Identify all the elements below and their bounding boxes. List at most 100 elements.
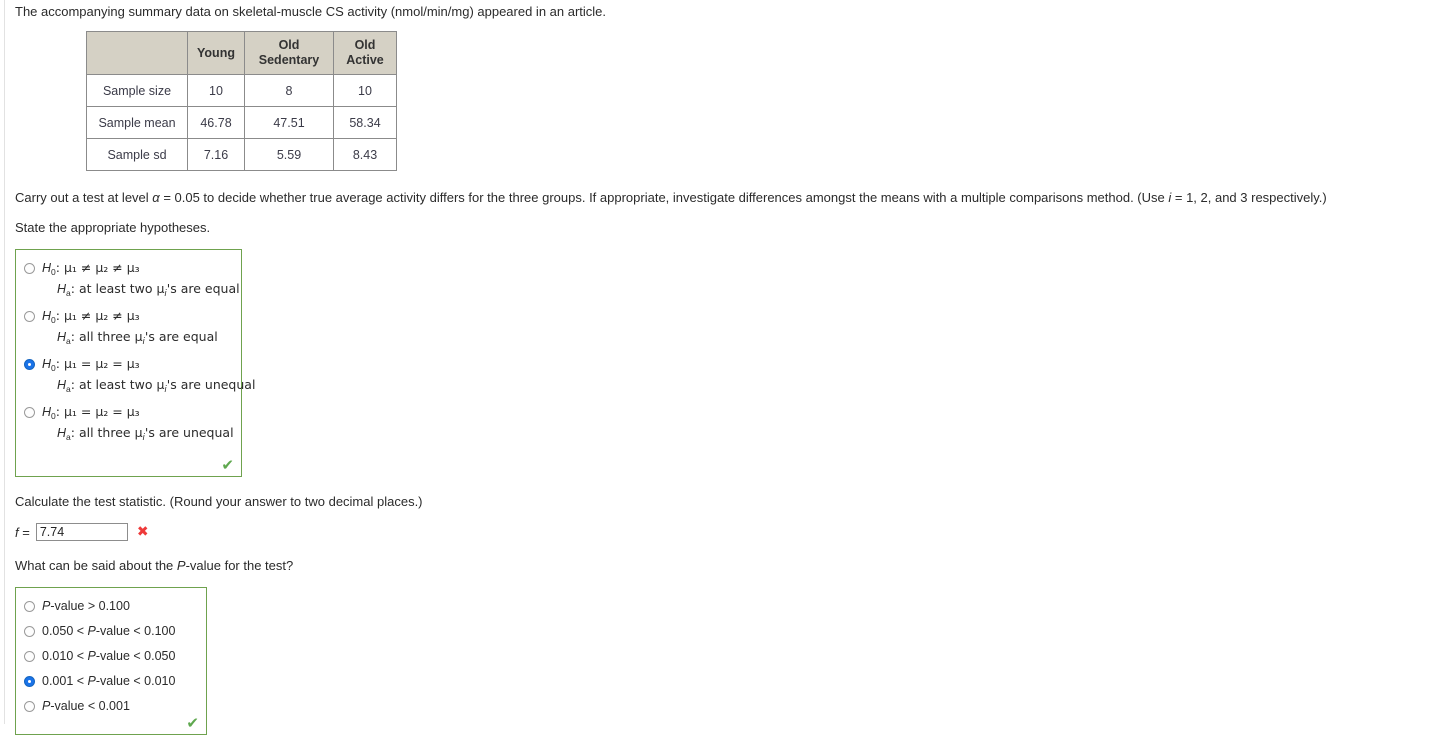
hypothesis-option-3-alt: Ha: at least two μi's are unequal (42, 377, 255, 395)
question-content: The accompanying summary data on skeleta… (15, 0, 1435, 735)
cell-sample-sd-old-active: 8.43 (333, 138, 397, 171)
column-header-old-active: Old Active (333, 31, 397, 75)
h-null-symbol: H (42, 405, 52, 419)
hypothesis-option-3[interactable]: H0: μ₁ = μ₂ = μ₃ Ha: at least two μi's a… (24, 356, 255, 395)
radio-hypothesis-1[interactable] (24, 263, 35, 274)
hypothesis-option-3-null-body: : μ₁ = μ₂ = μ₃ (55, 356, 140, 371)
carry-out-test-instruction: Carry out a test at level α = 0.05 to de… (15, 189, 1435, 206)
x-icon: ✖ (136, 524, 149, 540)
hypothesis-option-4-alt-body: : all three μi's are unequal (70, 425, 234, 443)
column-header-old-sedentary-line1: Old (278, 38, 300, 52)
h-null-symbol: H (42, 357, 52, 371)
hypothesis-option-3-alt-body: : at least two μi's are unequal (70, 377, 256, 395)
table-header-row: Young Old Sedentary Old Active (86, 31, 397, 75)
summary-table-wrapper: Young Old Sedentary Old Active Sample si… (86, 31, 1435, 171)
pvalue-answer-box: P-value > 0.100 0.050 < P-value < 0.100 … (15, 587, 207, 735)
p-symbol: P (176, 558, 186, 573)
h-alt-subscript: a (66, 288, 71, 298)
test-statistic-question: Calculate the test statistic. (Round you… (15, 494, 423, 509)
radio-hypothesis-3[interactable] (24, 359, 35, 370)
pvalue-option-3-label: 0.010 < P-value < 0.050 (42, 649, 176, 663)
hypothesis-option-1-label: H0: μ₁ ≠ μ₂ ≠ μ₃ Ha: at least two μi's a… (42, 260, 240, 299)
h-null-subscript: 0 (51, 315, 56, 325)
hypothesis-option-1-alt-body: : at least two μi's are equal (70, 281, 240, 299)
test-statistic-input[interactable] (35, 523, 128, 541)
prompt-part3: = 1, 2, and 3 respectively.) (1171, 190, 1327, 205)
h-alt-subscript: a (66, 384, 71, 394)
hypothesis-option-3-label: H0: μ₁ = μ₂ = μ₃ Ha: at least two μi's a… (42, 356, 255, 395)
row-label-sample-size: Sample size (86, 74, 188, 107)
pvalue-option-5[interactable]: P-value < 0.001 (24, 698, 196, 714)
radio-pvalue-2[interactable] (24, 626, 35, 637)
summary-table-body: Sample size 10 8 10 Sample mean 46.78 47… (86, 74, 397, 171)
state-hypotheses-label: State the appropriate hypotheses. (15, 220, 211, 235)
row-label-sample-mean: Sample mean (86, 106, 188, 139)
column-header-old-sedentary: Old Sedentary (244, 31, 334, 75)
check-icon: ✔ (221, 456, 234, 474)
summary-table-head: Young Old Sedentary Old Active (86, 31, 397, 75)
h-alt-symbol: H (57, 282, 67, 296)
hypothesis-option-4[interactable]: H0: μ₁ = μ₂ = μ₃ Ha: all three μi's are … (24, 404, 234, 443)
cell-sample-mean-old-sedentary: 47.51 (244, 106, 334, 139)
hypothesis-option-1[interactable]: H0: μ₁ ≠ μ₂ ≠ μ₃ Ha: at least two μi's a… (24, 260, 240, 299)
table-corner-cell (86, 31, 188, 75)
pvalue-question-part2: -value for the test? (185, 558, 294, 573)
equals-sign: = (18, 524, 30, 540)
h-null-subscript: 0 (51, 267, 56, 277)
h-null-subscript: 0 (51, 411, 56, 421)
hypothesis-option-4-alt: Ha: all three μi's are unequal (42, 425, 234, 443)
pvalue-question: What can be said about the P-value for t… (15, 557, 1435, 574)
pvalue-question-part1: What can be said about the (15, 558, 177, 573)
cell-sample-mean-old-active: 58.34 (333, 106, 397, 139)
pvalue-option-3[interactable]: 0.010 < P-value < 0.050 (24, 648, 196, 664)
h-alt-symbol: H (57, 378, 67, 392)
hypothesis-option-1-null-body: : μ₁ ≠ μ₂ ≠ μ₃ (55, 260, 140, 275)
radio-hypothesis-2[interactable] (24, 311, 35, 322)
pvalue-option-4-label: 0.001 < P-value < 0.010 (42, 674, 176, 688)
column-header-young: Young (187, 31, 245, 75)
h-alt-symbol: H (57, 330, 67, 344)
pvalue-option-4[interactable]: 0.001 < P-value < 0.010 (24, 673, 196, 689)
h-alt-subscript: a (66, 432, 71, 442)
hypothesis-option-4-label: H0: μ₁ = μ₂ = μ₃ Ha: all three μi's are … (42, 404, 234, 443)
alpha-symbol: α (152, 190, 160, 205)
column-header-old-sedentary-line2: Sedentary (258, 53, 320, 67)
hypothesis-option-2-alt: Ha: all three μi's are equal (42, 329, 218, 347)
prompt-part1: Carry out a test at level (15, 190, 153, 205)
radio-hypothesis-4[interactable] (24, 407, 35, 418)
radio-pvalue-5[interactable] (24, 701, 35, 712)
hypothesis-option-2[interactable]: H0: μ₁ ≠ μ₂ ≠ μ₃ Ha: all three μi's are … (24, 308, 231, 347)
cell-sample-mean-young: 46.78 (187, 106, 245, 139)
table-row: Sample sd 7.16 5.59 8.43 (86, 138, 397, 171)
h-alt-subscript: a (66, 336, 71, 346)
radio-pvalue-3[interactable] (24, 651, 35, 662)
cell-sample-size-old-sedentary: 8 (244, 74, 334, 107)
pvalue-option-2-label: 0.050 < P-value < 0.100 (42, 624, 176, 638)
cell-sample-sd-old-sedentary: 5.59 (244, 138, 334, 171)
hypothesis-option-2-label: H0: μ₁ ≠ μ₂ ≠ μ₃ Ha: all three μi's are … (42, 308, 218, 347)
hypothesis-option-1-alt: Ha: at least two μi's are equal (42, 281, 240, 299)
hypotheses-answer-box: H0: μ₁ ≠ μ₂ ≠ μ₃ Ha: at least two μi's a… (15, 249, 255, 477)
pvalue-option-1-label: P-value > 0.100 (42, 599, 130, 613)
h-null-symbol: H (42, 261, 52, 275)
hypothesis-option-4-null-body: : μ₁ = μ₂ = μ₃ (55, 404, 140, 419)
cell-sample-sd-young: 7.16 (187, 138, 245, 171)
h-alt-symbol: H (57, 426, 67, 440)
intro-text: The accompanying summary data on skeleta… (15, 4, 607, 19)
pvalue-option-5-label: P-value < 0.001 (42, 699, 130, 713)
pvalue-option-1[interactable]: P-value > 0.100 (24, 598, 196, 614)
summary-table: Young Old Sedentary Old Active Sample si… (86, 31, 397, 171)
hypothesis-option-2-alt-body: : all three μi's are equal (70, 329, 218, 347)
cell-sample-size-old-active: 10 (333, 74, 397, 107)
column-header-young-line1: Young (197, 45, 235, 60)
test-statistic-row: f = ✖ (15, 523, 1435, 541)
pvalue-option-2[interactable]: 0.050 < P-value < 0.100 (24, 623, 196, 639)
row-label-sample-sd: Sample sd (86, 138, 188, 171)
radio-pvalue-4[interactable] (24, 676, 35, 687)
radio-pvalue-1[interactable] (24, 601, 35, 612)
page-left-rule (4, 0, 5, 724)
hypothesis-option-2-null-body: : μ₁ ≠ μ₂ ≠ μ₃ (55, 308, 140, 323)
h-null-subscript: 0 (51, 363, 56, 373)
cell-sample-size-young: 10 (187, 74, 245, 107)
test-statistic-label: f = (15, 525, 30, 540)
